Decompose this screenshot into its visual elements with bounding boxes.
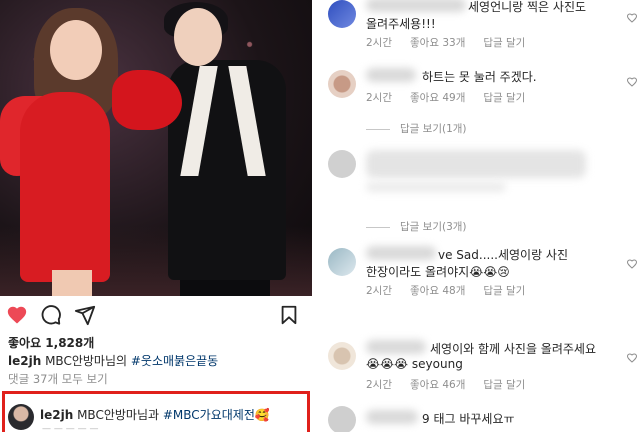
paper-plane-icon[interactable] [74, 304, 96, 326]
view-all-comments-link[interactable]: 댓글 37개 모두 보기 [8, 371, 108, 387]
comment-meta: 2시간 좋아요 46개 답글 달기 [366, 377, 543, 392]
comment-text: 세영이와 함께 사진을 올려주세요 [430, 342, 597, 356]
woman-head [50, 20, 102, 80]
reply-button[interactable]: 답글 달기 [483, 35, 525, 50]
comment-meta: 2시간 좋아요 49개 답글 달기 [366, 90, 543, 105]
avatar[interactable] [328, 406, 356, 432]
comment-text: MBC안방마님과 [73, 408, 163, 422]
reply-button[interactable]: 답글 달기 [483, 90, 525, 105]
comment-time: 2시간 [366, 37, 393, 49]
comment-time: 2시간 [366, 285, 393, 297]
post-photo[interactable] [0, 0, 312, 296]
smiling-hearts-emoji: 🥰 [254, 408, 270, 422]
comment-hashtag[interactable]: #MBC가요대제전 [163, 408, 255, 422]
comment-text: 세영언니랑 찍은 사진도 [468, 0, 587, 14]
avatar[interactable] [328, 150, 356, 178]
instagram-post: 좋아요 1,828개 le2jh MBC안방마님의 #웃소매붉은끝동 댓글 37… [0, 0, 312, 432]
comment-likes[interactable]: 좋아요 48개 [410, 283, 465, 298]
panel-divider [312, 0, 326, 432]
comment-text: 올려주세용!!! [366, 17, 436, 31]
comment-text: 9 태그 바꾸세요ㅠ [422, 412, 515, 426]
caption-hashtag[interactable]: #웃소매붉은끝동 [131, 354, 218, 368]
heart-outline-icon[interactable] [626, 258, 638, 270]
avatar[interactable] [328, 342, 356, 370]
caption-username[interactable]: le2jh [8, 354, 41, 368]
highlighted-comment: le2jh MBC안방마님과 #MBC가요대제전🥰 [40, 406, 270, 423]
comment-time: 2시간 [366, 379, 393, 391]
comment-text: 하트는 못 눌러 주겠다. [422, 70, 537, 84]
heart-outline-icon[interactable] [626, 352, 638, 364]
reply-button[interactable]: 답글 달기 [483, 283, 525, 298]
comment-bubble-icon[interactable] [40, 304, 62, 326]
avatar[interactable] [8, 404, 34, 430]
comment-text: 한장이라도 올려야지😭😭😢 [366, 265, 510, 279]
caption-text: MBC안방마님의 [41, 354, 131, 368]
post-action-bar [0, 300, 312, 330]
blurred-username [366, 340, 426, 354]
blurred-username [366, 0, 466, 12]
comment-username[interactable]: le2jh [40, 408, 73, 422]
post-caption: le2jh MBC안방마님의 #웃소매붉은끝동 [8, 352, 218, 369]
blurred-meta [366, 182, 506, 192]
comment-meta: 2시간 좋아요 48개 답글 달기 [366, 283, 543, 298]
blurred-username [366, 68, 416, 82]
man-head [174, 8, 222, 66]
comment-meta: 2시간 좋아요 33개 답글 달기 [366, 35, 543, 50]
comment-likes[interactable]: 좋아요 33개 [410, 35, 465, 50]
comments-panel: 세영언니랑 찍은 사진도 올려주세용!!! 2시간 좋아요 33개 답글 달기 하트… [326, 0, 640, 432]
crying-emoji: 😭😭😭 [366, 357, 409, 371]
heart-outline-icon[interactable] [626, 76, 638, 88]
comment-likes[interactable]: 좋아요 46개 [410, 377, 465, 392]
avatar[interactable] [328, 0, 356, 28]
blurred-comment [366, 150, 586, 178]
bookmark-icon[interactable] [278, 304, 300, 326]
comment-likes[interactable]: 좋아요 49개 [410, 90, 465, 105]
comment-meta-blurred: — — — — — [42, 424, 99, 432]
blurred-username [366, 410, 418, 424]
heart-filled-icon[interactable] [6, 304, 28, 326]
blurred-username [366, 246, 436, 260]
comment-time: 2시간 [366, 92, 393, 104]
crying-emoji: 😭😭😢 [469, 265, 510, 279]
likes-count[interactable]: 좋아요 1,828개 [8, 334, 94, 351]
comment-text: ve Sad.....세영이랑 사진 [438, 248, 569, 262]
reply-button[interactable]: 답글 달기 [483, 377, 525, 392]
view-replies-link[interactable]: 답글 보기(1개) [366, 121, 467, 136]
comment-text: 😭😭😭 seyoung [366, 357, 463, 371]
avatar[interactable] [328, 248, 356, 276]
woman-legs [52, 270, 92, 296]
view-replies-link[interactable]: 답글 보기(3개) [366, 219, 467, 234]
woman-red-dress [20, 92, 110, 282]
avatar[interactable] [328, 70, 356, 98]
heart-outline-icon[interactable] [626, 12, 638, 24]
